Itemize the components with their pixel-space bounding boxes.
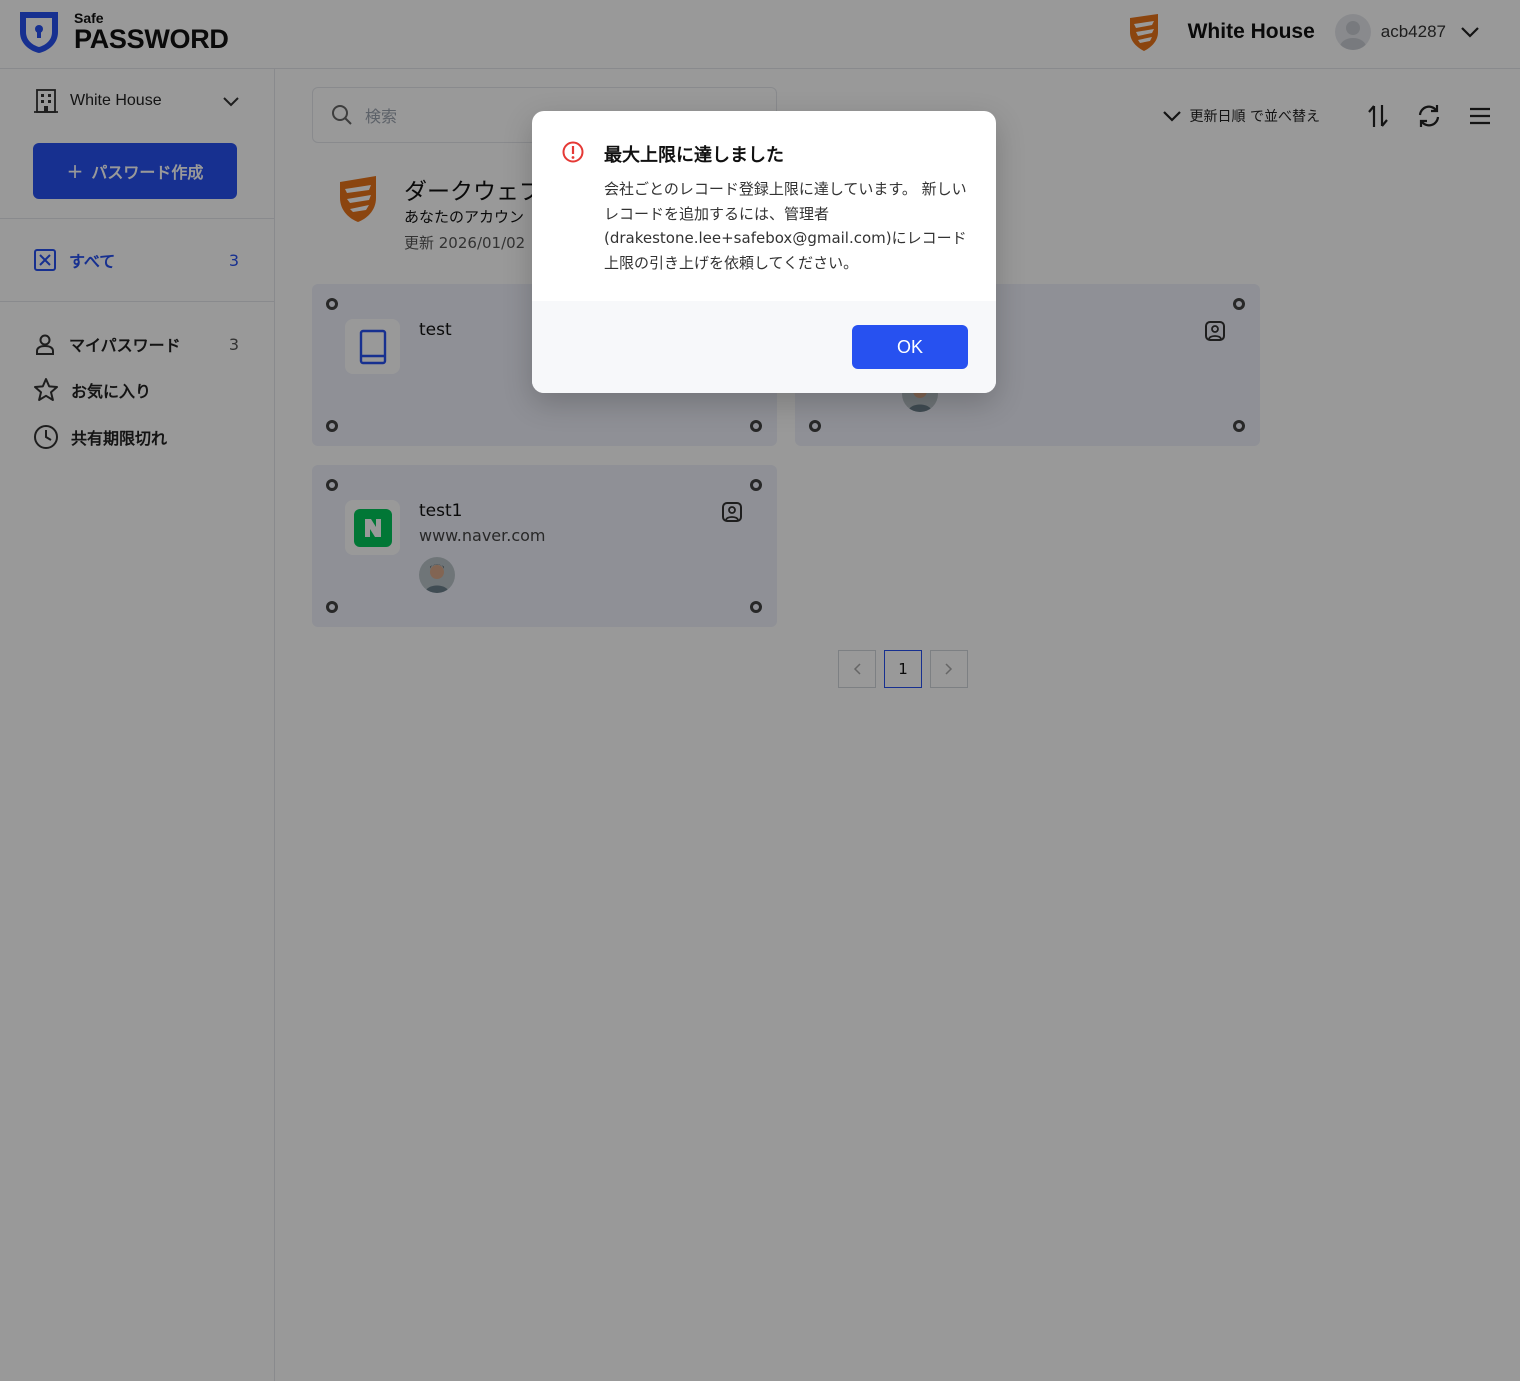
ok-button[interactable]: OK — [852, 325, 968, 369]
limit-reached-dialog: 最大上限に達しました 会社ごとのレコード登録上限に達しています。 新しいレコード… — [532, 111, 996, 393]
dialog-message: 会社ごとのレコード登録上限に達しています。 新しいレコードを追加するには、管理者… — [604, 180, 967, 272]
warning-icon — [562, 141, 584, 167]
dialog-footer: OK — [532, 301, 996, 393]
dialog-title: 最大上限に達しました — [604, 145, 784, 166]
